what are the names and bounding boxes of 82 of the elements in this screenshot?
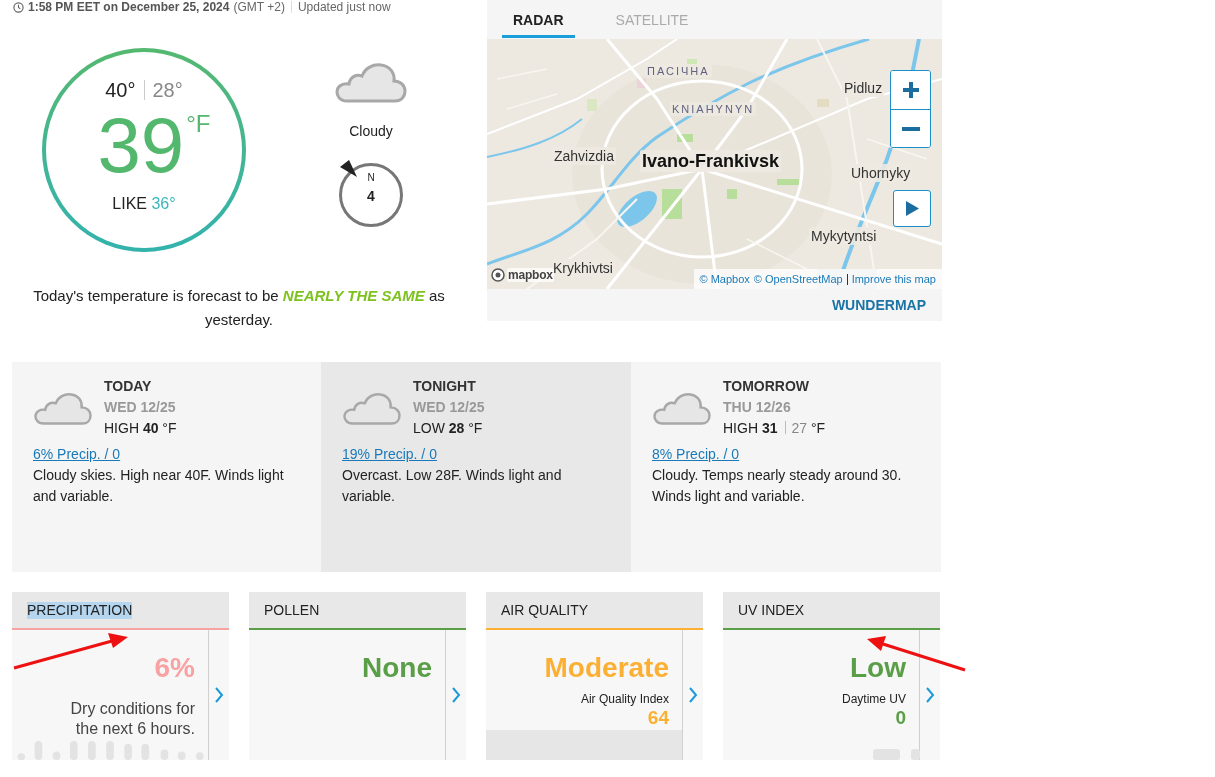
cloud-icon [335,62,407,104]
plus-icon [901,81,920,99]
period-title: TONIGHT [413,377,477,396]
precipitation-bar [177,751,186,760]
timezone: (GMT +2) [233,0,285,14]
high-temperature: 40° [105,78,136,102]
forecast-description: Overcast. Low 28F. Winds light and variable. [342,466,563,506]
place-label: ПАСІЧНА [645,64,712,78]
cloud-icon [342,392,402,426]
precipitation-bar [160,749,169,760]
precipitation-bar [88,740,96,760]
metric-value: 6% [154,651,195,685]
card-title: UV INDEX [738,601,805,619]
chevron-right-icon[interactable] [214,687,224,703]
precipitation-bar [17,753,26,760]
uv-bar [873,749,900,760]
precipitation-link[interactable]: 6% Precip. / 0 [33,444,121,465]
chevron-right-icon[interactable] [688,687,698,703]
wind-speed: 4 [367,187,375,205]
current-temperature: 39 [97,110,185,180]
precipitation-bar [124,743,132,760]
attribution-link[interactable]: © Mapbox [699,273,750,285]
low-temperature: 28° [152,78,183,102]
cloud-icon [652,392,712,426]
precipitation-link[interactable]: 8% Precip. / 0 [652,444,740,465]
temperature-line: HIGH 40 °F [104,419,177,438]
precipitation-bar [52,751,61,760]
metric-note: Dry conditions for the next 6 hours. [69,699,195,739]
chevron-right-icon[interactable] [451,687,461,703]
forecast-description: Cloudy skies. High near 40F. Winds light and variable. [33,466,285,506]
precipitation-bar [69,740,78,760]
precipitation-bar [195,752,204,760]
place-label: KNIAHYNYN [670,102,757,116]
wind-pointer-icon [340,160,358,178]
temperature-unit: °F [186,112,211,136]
observation-time: 1:58 PM EET on December 25, 2024 [28,0,230,14]
update-status: Updated just now [297,0,391,14]
mapbox-logo-icon [491,268,505,282]
attribution-link[interactable]: © OpenStreetMap [753,273,843,285]
metric-value: None [362,651,432,685]
card-title: AIR QUALITY [501,601,589,619]
precipitation-bar [106,740,114,760]
period-date: THU 12/26 [723,398,792,417]
wundermap-link[interactable]: WUNDERMAP [831,297,926,313]
zoom-out-button[interactable] [891,109,930,147]
index-label: Air Quality Index [580,691,669,707]
place-label: Pidluz [842,79,885,97]
precipitation-bar [34,740,43,760]
temperature-line: LOW 28 °F [413,419,484,438]
attribution-link[interactable]: Improve this map [851,273,936,285]
feels-like: LIKE 36° [112,194,176,214]
temperature-summary: Today's temperature is forecast to be NEARLY THE SAME as yesterday. [32,286,446,330]
play-icon [905,201,919,216]
chevron-right-icon[interactable] [925,687,935,703]
index-label: Daytime UV [842,691,906,707]
condition-label: Cloudy [349,122,393,140]
wind-direction: N [367,172,375,184]
precipitation-link[interactable]: 19% Precip. / 0 [342,444,437,465]
period-date: WED 12/25 [104,398,177,417]
place-label: Mykytyntsi [809,227,879,245]
logo-wordmark: mapbox [507,268,554,282]
uv-bar [911,749,920,760]
temperature-line: HIGH 31 27 °F [723,419,826,438]
place-label: Zahvizdia [552,147,616,165]
clock-icon [13,1,24,13]
play-button[interactable] [893,190,931,227]
metric-value: Moderate [544,651,669,685]
metric-value: Low [850,651,906,685]
place-label: Krykhivtsi [551,259,615,277]
precipitation-bar [141,743,150,760]
card-title: POLLEN [264,601,320,619]
place-label: Ivano-Frankivsk [640,150,782,172]
period-title: TOMORROW [723,377,811,396]
period-title: TODAY [104,377,153,396]
index-value: 0 [895,708,906,728]
minus-icon [901,126,920,131]
card-title: PRECIPITATION [27,601,133,619]
forecast-description: Cloudy. Temps nearly steady around 30. Winds light and variable. [652,466,903,506]
period-date: WED 12/25 [413,398,485,417]
index-value: 64 [647,708,669,728]
cloud-icon [33,392,93,426]
place-label: Uhornyky [849,164,913,182]
